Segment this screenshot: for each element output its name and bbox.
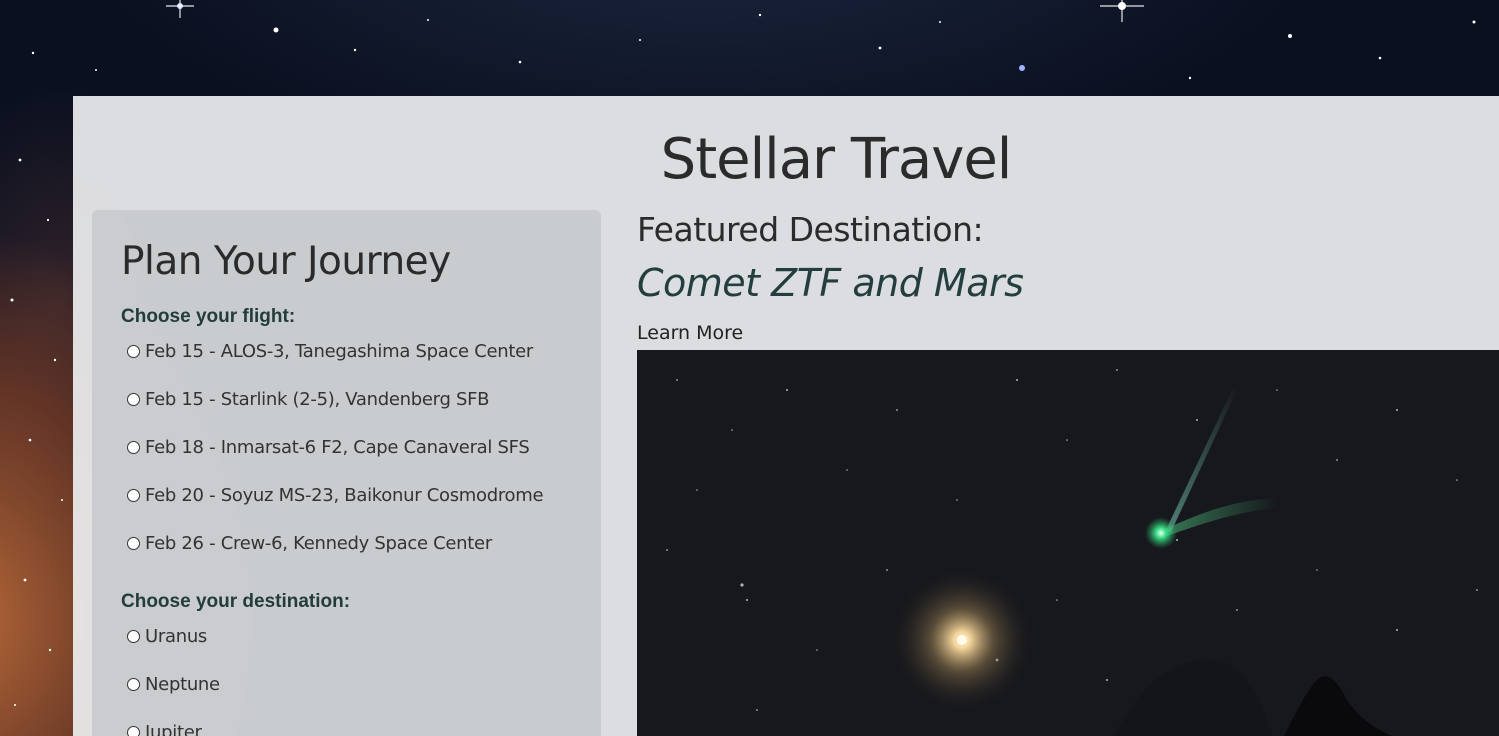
flight-option[interactable]: Feb 15 - Starlink (2-5), Vandenberg SFB	[127, 388, 490, 410]
radio-button[interactable]	[127, 677, 140, 691]
radio-button[interactable]	[127, 392, 140, 406]
learn-more-link[interactable]: Learn More	[637, 322, 743, 344]
flight-label: Choose your flight:	[121, 306, 296, 327]
flight-option-label: Feb 15 - ALOS-3, Tanegashima Space Cente…	[145, 340, 534, 362]
flight-option-label: Feb 18 - Inmarsat-6 F2, Cape Canaveral S…	[145, 436, 530, 458]
destination-option-label: Jupiter	[145, 721, 202, 736]
flight-option-label: Feb 20 - Soyuz MS-23, Baikonur Cosmodrom…	[145, 484, 544, 506]
radio-button[interactable]	[127, 440, 140, 454]
radio-button[interactable]	[127, 536, 140, 550]
destination-option-label: Neptune	[145, 673, 220, 695]
flight-option[interactable]: Feb 20 - Soyuz MS-23, Baikonur Cosmodrom…	[127, 484, 544, 506]
destination-label: Choose your destination:	[121, 591, 351, 612]
featured-heading: Featured Destination:	[637, 210, 984, 249]
comet-mars-photo	[637, 350, 1499, 736]
radio-button[interactable]	[127, 725, 140, 736]
plan-journey-panel: Plan Your Journey Choose your flight: Fe…	[92, 210, 601, 736]
flight-option[interactable]: Feb 15 - ALOS-3, Tanegashima Space Cente…	[127, 340, 533, 362]
featured-image	[637, 350, 1499, 736]
destination-option-label: Uranus	[145, 625, 207, 647]
radio-button[interactable]	[127, 488, 140, 502]
site-title: Stellar Travel	[660, 127, 1013, 192]
flight-option[interactable]: Feb 26 - Crew-6, Kennedy Space Center	[127, 532, 492, 554]
radio-button[interactable]	[127, 629, 140, 643]
radio-button[interactable]	[127, 344, 140, 358]
featured-destination-name: Comet ZTF and Mars	[637, 261, 1024, 305]
main-card: Stellar Travel Plan Your Journey Choose …	[73, 96, 1499, 736]
flight-option-label: Feb 26 - Crew-6, Kennedy Space Center	[145, 532, 492, 554]
destination-option[interactable]: Uranus	[127, 625, 207, 647]
plan-title: Plan Your Journey	[121, 239, 451, 284]
flight-option[interactable]: Feb 18 - Inmarsat-6 F2, Cape Canaveral S…	[127, 436, 530, 458]
flight-option-label: Feb 15 - Starlink (2-5), Vandenberg SFB	[145, 388, 490, 410]
destination-option[interactable]: Jupiter	[127, 721, 202, 736]
destination-option[interactable]: Neptune	[127, 673, 220, 695]
